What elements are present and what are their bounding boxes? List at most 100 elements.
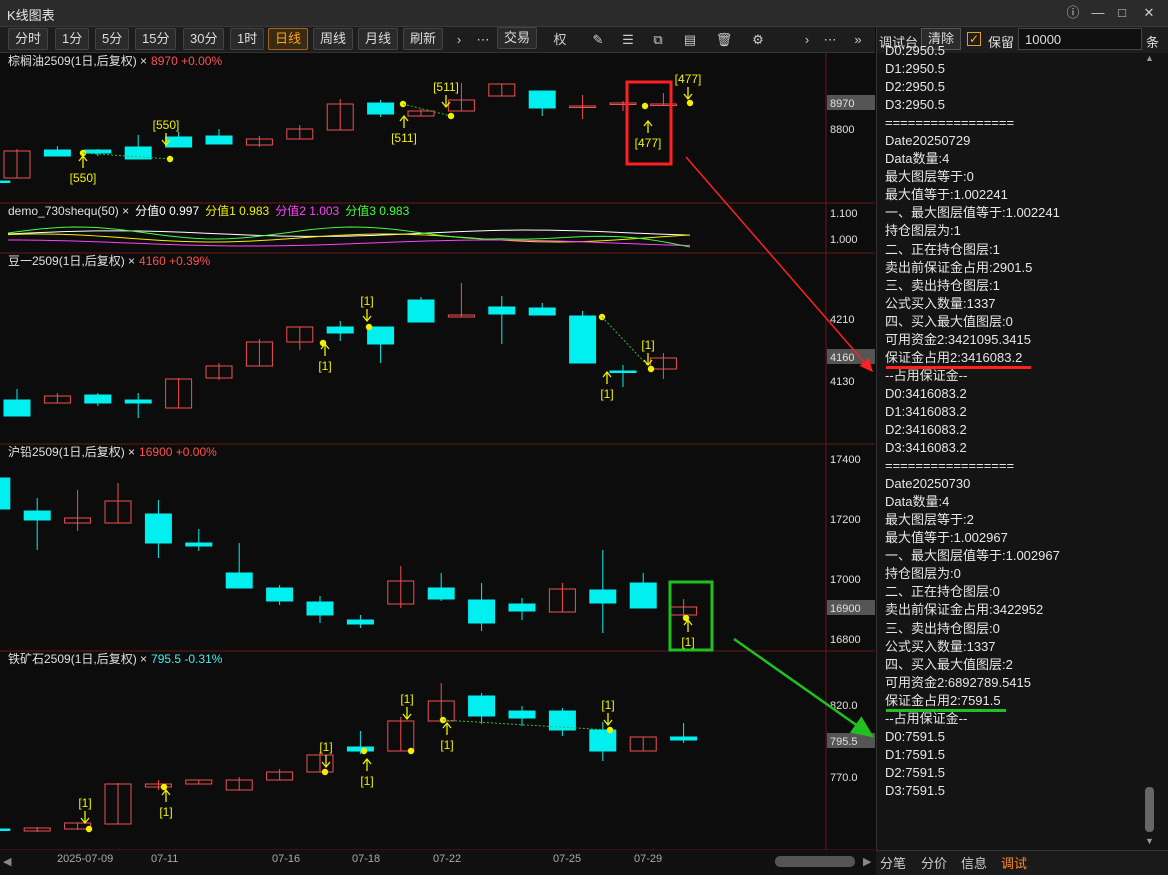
console-line: 一、最大图层值等于:1.002241: [885, 205, 1060, 221]
price-tick: 17200: [830, 514, 861, 526]
close-icon[interactable]: ✕: [1138, 3, 1160, 23]
count-unit-label: 条: [1146, 35, 1160, 50]
signal-dot: [166, 155, 174, 163]
price-tick: 1.000: [830, 234, 858, 246]
console-line: 一、最大图层值等于:1.002967: [885, 548, 1060, 564]
candle-body: [0, 828, 11, 831]
maximize-icon[interactable]: □: [1111, 3, 1133, 23]
price-tick: 16800: [830, 634, 861, 646]
candle-body: [670, 736, 698, 741]
console-line: 保证金占用2:3416083.2: [885, 349, 1023, 365]
layout-icon[interactable]: ▤: [680, 30, 700, 50]
candle-body: [367, 326, 395, 345]
signal-link: [442, 719, 611, 731]
console-line: 最大图层等于:2: [885, 512, 974, 528]
tab-ticks[interactable]: 分笔: [880, 853, 906, 872]
chevron-right-icon[interactable]: ›: [800, 30, 814, 50]
more-icon[interactable]: ⋯: [820, 30, 840, 50]
signal-label: [1]: [159, 805, 172, 819]
console-line: --占用保证金--: [885, 367, 968, 383]
console-line: D0:2950.5: [885, 43, 945, 58]
candle-body: [488, 306, 516, 315]
tab-debug[interactable]: 调试: [1001, 853, 1027, 872]
candle-body: [43, 149, 71, 157]
console-line: D3:2950.5: [885, 97, 945, 113]
refresh-button[interactable]: 刷新: [403, 28, 444, 50]
scroll-down-icon[interactable]: ▼: [1145, 836, 1154, 846]
horizontal-scrollbar[interactable]: ◀ ▶ 2025-07-09 07-11 07-16 07-18 07-22 07-25 0…: [0, 850, 876, 875]
green-annotation-arrow: [733, 637, 875, 738]
period-1hour-button[interactable]: 1时: [230, 28, 265, 50]
pane-title: 铁矿石2509(1日,后复权) ×: [8, 652, 147, 666]
console-line: 持仓图层为:1: [885, 223, 961, 239]
candle-body: [528, 90, 556, 109]
scroll-right-icon[interactable]: ▶: [863, 855, 871, 868]
price-tick: 770.0: [830, 772, 858, 784]
trash-icon[interactable]: 🗑: [714, 30, 734, 50]
candle-body: [346, 746, 374, 752]
period-daily-button[interactable]: 日线: [268, 28, 309, 50]
collapse-panel-icon[interactable]: »: [848, 30, 868, 50]
console-line: Data数量:4: [885, 494, 950, 510]
x-axis-label: 07-18: [352, 853, 381, 865]
sliders-icon[interactable]: ☰: [618, 30, 638, 50]
period-weekly-button[interactable]: 周线: [313, 28, 354, 50]
console-line: 二、正在持仓图层:1: [885, 241, 1000, 257]
candle-body: [0, 477, 11, 510]
console-line: D3:7591.5: [885, 782, 945, 798]
help-icon[interactable]: ⓘ: [1062, 3, 1084, 23]
green-highlight-underline: [886, 708, 1006, 712]
pane-title: 豆一2509(1日,后复权) ×: [8, 254, 135, 268]
tab-info[interactable]: 信息: [961, 853, 987, 872]
indicator-value: 分值3 0.983: [345, 203, 409, 218]
scroll-up-icon[interactable]: ▲: [1145, 53, 1154, 63]
console-line: 最大值等于:1.002241: [885, 187, 1008, 203]
chevron-right-icon[interactable]: ›: [452, 30, 466, 50]
candle-body: [165, 136, 193, 148]
pencil-icon[interactable]: ✎: [588, 30, 608, 50]
title-bar: K线图表 ⓘ — □ ✕: [0, 0, 1168, 27]
trade-button[interactable]: 交易: [497, 27, 538, 49]
x-axis-label: 07-22: [433, 853, 462, 865]
candle-body: [468, 695, 496, 717]
candle-body: [407, 299, 435, 323]
console-line: 最大值等于:1.002967: [885, 530, 1008, 546]
copy-icon[interactable]: ⧉: [648, 30, 668, 50]
chart-canvas[interactable]: 棕榈油2509(1日,后复权) × 8970 +0.00% demo_730sheq…: [0, 53, 875, 850]
console-line: D2:7591.5: [885, 764, 945, 780]
signal-dot: [647, 365, 655, 373]
console-scroll-thumb[interactable]: [1145, 787, 1154, 832]
tab-price-volume[interactable]: 分价: [921, 853, 947, 872]
period-30min-button[interactable]: 30分: [183, 28, 225, 50]
candle-body: [3, 399, 31, 417]
period-fenshi-button[interactable]: 分时: [8, 28, 49, 50]
period-monthly-button[interactable]: 月线: [358, 28, 399, 50]
signal-label: [477]: [635, 136, 662, 150]
period-1min-button[interactable]: 1分: [55, 28, 90, 50]
price-tick: 17000: [830, 574, 861, 586]
period-5min-button[interactable]: 5分: [95, 28, 130, 50]
rights-button[interactable]: 权: [550, 30, 570, 50]
console-line: D2:2950.5: [885, 79, 945, 95]
scroll-left-icon[interactable]: ◀: [3, 855, 11, 868]
console-line: 公式买入数量:1337: [885, 295, 996, 311]
scroll-thumb[interactable]: [775, 856, 855, 867]
more-icon[interactable]: ⋯: [473, 30, 493, 50]
console-line: 四、买入最大值图层:2: [885, 656, 1013, 672]
indicator-value: 分值0 0.997: [135, 203, 199, 218]
red-annotation-arrow: [685, 156, 873, 373]
minimize-icon[interactable]: —: [1087, 3, 1109, 23]
candle-body: [225, 572, 253, 589]
console-line: D0:7591.5: [885, 728, 945, 744]
price-tick: 17400: [830, 454, 861, 466]
kline-chart[interactable]: 棕榈油2509(1日,后复权) × 8970 +0.00% demo_730sheq…: [0, 53, 875, 850]
console-line: =================: [885, 115, 1015, 131]
period-15min-button[interactable]: 15分: [135, 28, 177, 50]
signal-dot: [641, 102, 649, 110]
console-scrollbar[interactable]: ▲ ▼: [1142, 53, 1158, 848]
signal-link: [402, 103, 452, 117]
x-axis-label: 2025-07-09: [57, 853, 114, 865]
settings-icon[interactable]: ⚙: [748, 30, 768, 50]
x-axis-label: 07-25: [553, 853, 582, 865]
signal-dot: [321, 768, 329, 776]
